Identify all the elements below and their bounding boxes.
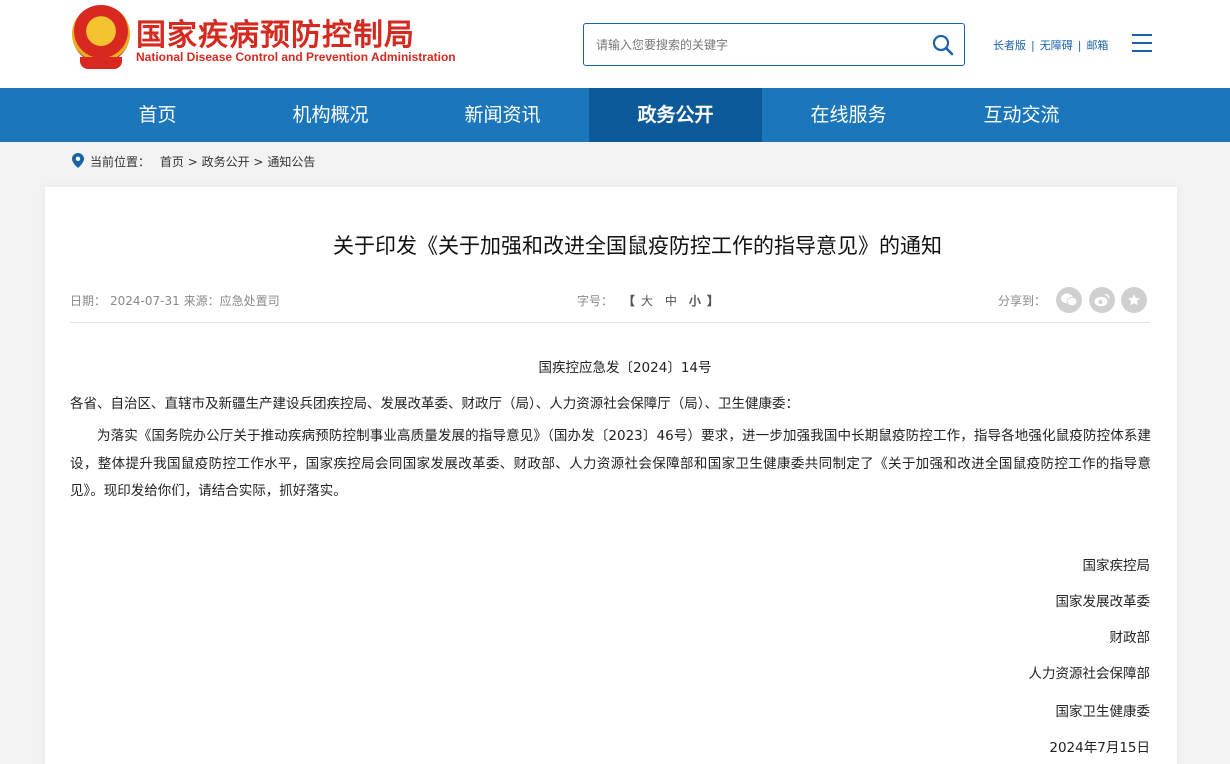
site-logo-cn[interactable]: 国家疾病预防控制局 xyxy=(136,10,415,54)
signatory: 国家卫生健康委 xyxy=(1055,704,1151,720)
search-box xyxy=(583,23,965,66)
link-separator: | xyxy=(1031,39,1035,52)
fontsize-label: 字号： xyxy=(577,294,614,308)
nav-item-online-services[interactable]: 在线服务 xyxy=(762,88,935,142)
nav-item-news[interactable]: 新闻资讯 xyxy=(416,88,589,142)
wechat-icon[interactable] xyxy=(1056,287,1082,313)
meta-divider xyxy=(70,322,1150,323)
breadcrumb-gov-affairs[interactable]: 政务公开 xyxy=(202,155,250,169)
fontsize-small[interactable]: 小 xyxy=(689,294,701,308)
site-header: 国家疾病预防控制局 National Disease Control and P… xyxy=(0,0,1230,88)
source-label: 来源： xyxy=(183,294,220,308)
location-pin-icon xyxy=(72,153,84,171)
article-meta: 日期： 2024-07-31 来源：应急处置司 xyxy=(70,292,280,309)
national-emblem-icon[interactable] xyxy=(72,5,130,69)
article-date: 2024-07-31 xyxy=(110,294,180,308)
salutation: 各省、自治区、直辖市及新疆生产建设兵团疾控局、发展改革委、财政厅（局）、人力资源… xyxy=(70,396,799,412)
share-label: 分享到： xyxy=(998,294,1047,308)
breadcrumb-separator: > xyxy=(253,155,264,169)
fontsize-medium[interactable]: 中 xyxy=(665,294,677,308)
search-icon[interactable] xyxy=(930,32,956,58)
site-logo-en[interactable]: National Disease Control and Prevention … xyxy=(136,50,456,64)
date-label: 日期： xyxy=(70,294,107,308)
article-card: 关于印发《关于加强和改进全国鼠疫防控工作的指导意见》的通知 日期： 2024-07… xyxy=(45,187,1177,764)
nav-item-gov-affairs[interactable]: 政务公开 xyxy=(589,88,762,142)
link-separator: | xyxy=(1077,39,1082,52)
favorite-icon[interactable] xyxy=(1121,287,1147,313)
signatory: 国家疾控局 xyxy=(1082,558,1151,574)
breadcrumb-home[interactable]: 首页 xyxy=(160,155,184,169)
font-size-control: 字号： 【大中小】 xyxy=(577,292,719,309)
elder-mode-link[interactable]: 长者版 xyxy=(993,39,1026,52)
top-links: 长者版 | 无障碍 | 邮箱 xyxy=(993,37,1108,53)
hamburger-menu-icon[interactable] xyxy=(1132,34,1152,52)
nav-item-interaction[interactable]: 互动交流 xyxy=(935,88,1108,142)
breadcrumb-notices[interactable]: 通知公告 xyxy=(267,155,315,169)
fontsize-large[interactable]: 大 xyxy=(641,294,653,308)
main-nav: 首页 机构概况 新闻资讯 政务公开 在线服务 互动交流 xyxy=(0,88,1230,142)
bracket-open: 【 xyxy=(622,294,635,308)
nav-item-home[interactable]: 首页 xyxy=(71,88,244,142)
document-number: 国疾控应急发〔2024〕14号 xyxy=(538,360,712,376)
search-input[interactable] xyxy=(596,34,916,56)
sign-date: 2024年7月15日 xyxy=(1049,740,1150,756)
signatory: 人力资源社会保障部 xyxy=(1028,666,1151,682)
article-source: 应急处置司 xyxy=(219,294,280,308)
breadcrumb: 当前位置： 首页 > 政务公开 > 通知公告 xyxy=(72,153,315,171)
signatory: 国家发展改革委 xyxy=(1055,594,1151,610)
breadcrumb-separator: > xyxy=(187,155,198,169)
article-title: 关于印发《关于加强和改进全国鼠疫防控工作的指导意见》的通知 xyxy=(333,234,942,258)
signatory: 财政部 xyxy=(1109,630,1151,646)
weibo-icon[interactable] xyxy=(1089,287,1115,313)
nav-item-about[interactable]: 机构概况 xyxy=(244,88,417,142)
accessibility-link[interactable]: 无障碍 xyxy=(1040,39,1073,52)
article-body: 为落实《国务院办公厅关于推动疾病预防控制事业高质量发展的指导意见》（国办发〔20… xyxy=(70,428,1151,499)
mailbox-link[interactable]: 邮箱 xyxy=(1086,39,1108,52)
breadcrumb-prefix: 当前位置： xyxy=(90,155,151,169)
bracket-close: 】 xyxy=(706,294,719,308)
